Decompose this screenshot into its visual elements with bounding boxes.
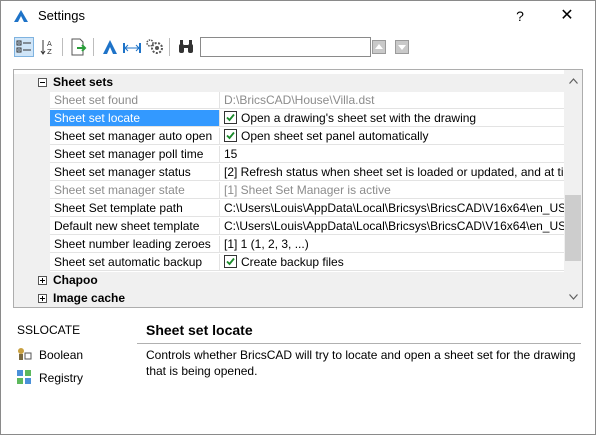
property-name: Sheet Set template path (50, 200, 220, 217)
table-row[interactable]: Sheet set manager poll time 15 (50, 146, 564, 164)
dimension-settings-icon[interactable] (122, 37, 142, 57)
property-name: Sheet set manager state (50, 182, 220, 199)
category-label: Image cache (53, 291, 126, 305)
row-gutter (14, 92, 50, 272)
scrollbar-thumb[interactable] (565, 195, 581, 261)
property-name: Sheet set locate (50, 110, 220, 127)
close-button[interactable]: ✕ (554, 5, 580, 27)
scroll-down-icon[interactable] (564, 288, 582, 305)
search-previous-icon[interactable] (372, 40, 386, 54)
property-value-cell[interactable]: Create backup files (220, 254, 564, 271)
table-row[interactable]: Default new sheet template C:\Users\Loui… (50, 218, 564, 236)
table-row[interactable]: Sheet set locate Open a drawing's sheet … (50, 110, 564, 128)
expand-icon[interactable] (38, 294, 47, 303)
property-value[interactable]: C:\Users\Louis\AppData\Local\Bricsys\Bri… (220, 200, 564, 217)
property-value: [1] Sheet Set Manager is active (220, 182, 564, 199)
search-next-icon[interactable] (395, 40, 409, 54)
property-name: Sheet number leading zeroes (50, 236, 220, 253)
toolbar-separator (62, 38, 63, 56)
checkbox-checked-icon[interactable] (224, 129, 237, 142)
svg-text:A: A (47, 40, 52, 48)
description-title: Sheet set locate (146, 322, 253, 338)
table-row[interactable]: Sheet Set template path C:\Users\Louis\A… (50, 200, 564, 218)
property-value[interactable]: 15 (220, 146, 564, 163)
property-value[interactable]: C:\Users\Louis\AppData\Local\Bricsys\Bri… (220, 218, 564, 235)
property-name: Sheet set found (50, 92, 220, 109)
table-row[interactable]: Sheet set manager status [2] Refresh sta… (50, 164, 564, 182)
property-grid[interactable]: Sheet sets Sheet set found D:\BricsCAD\H… (13, 69, 583, 308)
categorized-view-icon[interactable] (14, 37, 34, 57)
description-panel: Sheet set locate Controls whether BricsC… (137, 317, 581, 427)
toolbar-separator (169, 38, 170, 56)
property-value: D:\BricsCAD\House\Villa.dst (220, 92, 564, 109)
property-value: Open a drawing's sheet set with the draw… (241, 111, 477, 125)
category-image-cache[interactable]: Image cache (14, 290, 564, 307)
checkbox-checked-icon[interactable] (224, 111, 237, 124)
value-type-label: Boolean (39, 348, 84, 362)
table-row[interactable]: Sheet set manager auto open Open sheet s… (50, 128, 564, 146)
category-label: Chapoo (53, 273, 98, 287)
help-button[interactable]: ? (509, 5, 531, 27)
category-sheet-sets[interactable]: Sheet sets (14, 74, 564, 92)
description-text: Controls whether BricsCAD will try to lo… (146, 348, 576, 378)
category-chapoo[interactable]: Chapoo (14, 272, 564, 290)
tools-settings-icon[interactable] (145, 37, 165, 57)
property-value[interactable]: [2] Refresh status when sheet set is loa… (220, 164, 564, 181)
checkbox-checked-icon[interactable] (224, 255, 237, 268)
alphabetical-view-icon[interactable]: AZ (38, 37, 58, 57)
property-value-cell[interactable]: Open a drawing's sheet set with the draw… (220, 110, 564, 127)
property-value[interactable]: [1] 1 (1, 2, 3, ...) (220, 236, 564, 253)
svg-text:Z: Z (47, 48, 52, 56)
property-list: Sheet sets Sheet set found D:\BricsCAD\H… (14, 70, 564, 307)
property-name: Sheet set manager poll time (50, 146, 220, 163)
expand-icon[interactable] (38, 276, 47, 285)
property-name: Sheet set manager auto open (50, 128, 220, 145)
collapse-icon[interactable] (38, 78, 47, 87)
settings-window: Settings ? ✕ AZ Sheet sets Sheet set fou… (0, 0, 596, 435)
title-bar: Settings ? ✕ (1, 1, 595, 31)
scroll-up-icon[interactable] (564, 72, 582, 89)
find-binoculars-icon[interactable] (176, 37, 196, 57)
table-row[interactable]: Sheet number leading zeroes [1] 1 (1, 2,… (50, 236, 564, 254)
property-name: Default new sheet template (50, 218, 220, 235)
table-row[interactable]: Sheet set found D:\BricsCAD\House\Villa.… (50, 92, 564, 110)
table-row[interactable]: Sheet set manager state [1] Sheet Set Ma… (50, 182, 564, 200)
storage-location-label: Registry (39, 371, 84, 385)
property-name: Sheet set automatic backup (50, 254, 220, 271)
table-row[interactable]: Sheet set automatic backup Create backup… (50, 254, 564, 272)
window-title: Settings (38, 8, 85, 23)
property-value: Open sheet set panel automatically (241, 129, 429, 143)
bricscad-logo-icon (13, 9, 29, 23)
command-name: SSLOCATE (17, 323, 81, 337)
property-value-cell[interactable]: Open sheet set panel automatically (220, 128, 564, 145)
description-divider (137, 343, 581, 344)
registry-icon (15, 368, 33, 386)
property-value: Create backup files (241, 255, 344, 269)
toolbar-separator (93, 38, 94, 56)
property-name: Sheet set manager status (50, 164, 220, 181)
boolean-type-icon (15, 345, 33, 363)
search-input[interactable] (200, 37, 371, 57)
export-settings-icon[interactable] (68, 37, 88, 57)
vertical-scrollbar[interactable] (564, 70, 582, 307)
bricscad-settings-icon[interactable] (100, 37, 120, 57)
category-label: Sheet sets (53, 75, 114, 89)
